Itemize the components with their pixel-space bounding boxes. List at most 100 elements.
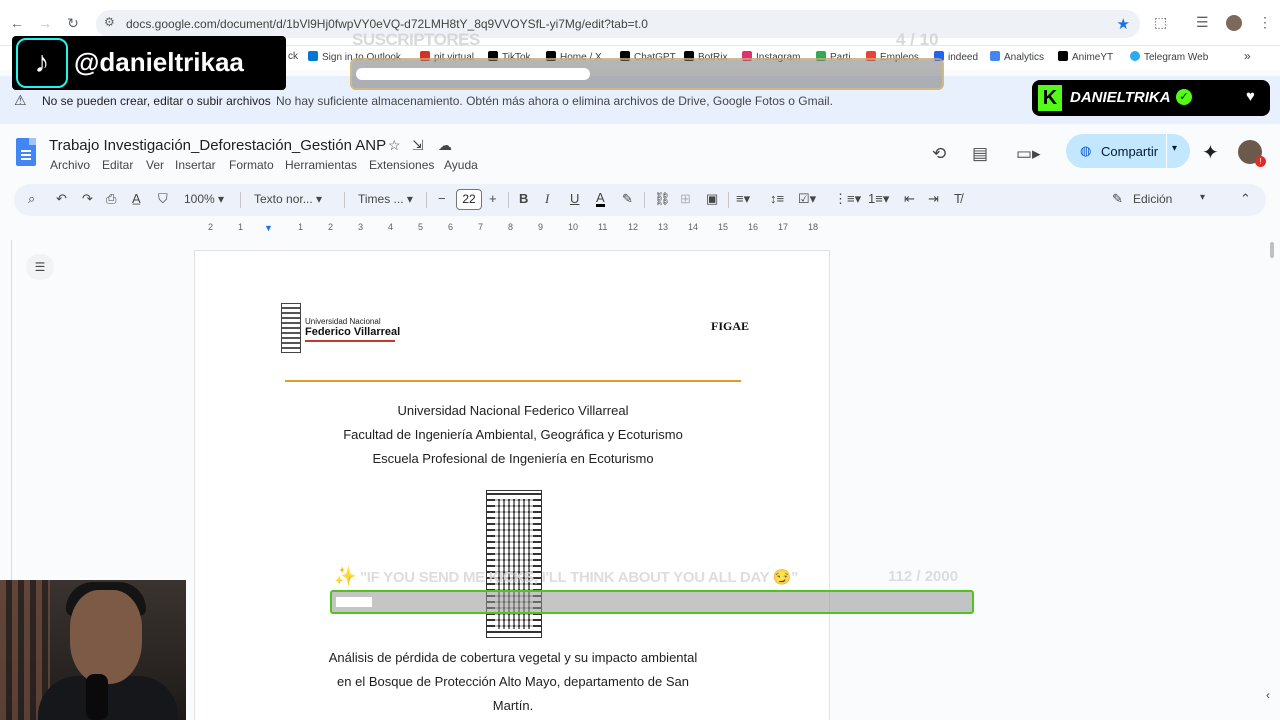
checklist-icon[interactable]: ☑▾ [798,191,816,207]
heading-line: Facultad de Ingeniería Ambiental, Geográ… [343,427,683,442]
clear-formatting-icon[interactable]: T̸ [954,191,962,206]
menu-extensiones[interactable]: Extensiones [369,158,434,172]
heart-icon: ♥ [1246,88,1255,105]
alert-badge-icon: ! [1255,156,1266,167]
ruler-tick: 2 [208,222,214,232]
editing-mode-select[interactable]: ✎ Edición ▾ [1108,188,1212,212]
collapse-toolbar-icon[interactable]: ⌃ [1240,191,1251,207]
bookmark-item[interactable]: Telegram Web [1130,51,1208,63]
warning-message[interactable]: No hay suficiente almacenamiento. Obtén … [276,94,833,108]
decrease-indent-icon[interactable]: ⇤ [904,191,915,207]
menu-ver[interactable]: Ver [146,158,164,172]
menu-insertar[interactable]: Insertar [175,158,216,172]
more-bookmarks-icon[interactable]: » [1244,49,1251,63]
spellcheck-icon[interactable]: A̲ [132,191,141,206]
forward-icon[interactable]: → [36,14,54,32]
sub-goal-fill [356,68,590,80]
gemini-icon[interactable]: ✦ [1202,140,1219,165]
document-outline-icon[interactable]: ☰ [26,254,54,280]
bookmark-item[interactable]: Analytics [990,51,1044,63]
bullet-list-icon[interactable]: ⋮≡▾ [834,191,861,207]
document-page[interactable]: Universidad Nacional Federico Villarreal… [194,250,830,720]
font-select[interactable]: Times ... ▾ [358,192,413,206]
align-icon[interactable]: ≡▾ [736,191,750,207]
print-icon[interactable]: ⎙ [106,191,116,207]
menu-editar[interactable]: Editar [102,158,133,172]
warning-title: No se pueden crear, editar o subir archi… [42,94,271,108]
chevron-down-icon: ▾ [1200,192,1206,203]
sub-goal-bar [350,58,944,90]
side-panel-toggle-icon[interactable]: ‹ [1266,688,1270,702]
ruler-tick: 16 [748,222,759,232]
cloud-status-icon[interactable]: ☁ [438,137,452,154]
paint-format-icon[interactable]: ⛉ [158,191,168,207]
version-history-icon[interactable]: ⟲ [932,144,946,164]
outlook-icon [308,51,318,61]
font-size-input[interactable]: 22 [456,189,482,210]
increase-font-icon[interactable]: + [489,191,497,206]
reload-icon[interactable]: ↻ [64,14,82,32]
italic-icon[interactable]: I [545,191,549,207]
ruler-tick: 17 [778,222,789,232]
bold-icon[interactable]: B [519,191,528,206]
vertical-scrollbar[interactable] [1268,240,1276,720]
bookmark-star-icon[interactable]: ★ [1117,15,1130,33]
heading-line: Escuela Profesional de Ingeniería en Eco… [372,451,654,466]
document-title[interactable]: Trabajo Investigación_Deforestación_Gest… [49,137,386,154]
tiktok-icon: ♪ [16,38,68,88]
ruler-tick: 7 [478,222,484,232]
decrease-font-icon[interactable]: − [438,191,446,206]
horizontal-ruler[interactable]: 2 1 1 2 3 4 5 6 7 8 9 10 11 12 13 14 15 16 17 18 ▼ [194,220,830,236]
extensions-icon[interactable]: ⬚ [1154,14,1167,31]
ruler-tick: 9 [538,222,544,232]
bookmark-item[interactable]: ck [288,51,298,62]
comments-icon[interactable]: ▤ [972,144,988,164]
ruler-tick: 12 [628,222,639,232]
site-info-icon[interactable]: ⚙ [104,15,115,29]
subtitle-line: Análisis de pérdida de cobertura vegetal… [328,650,698,665]
redo-icon[interactable]: ↷ [82,191,93,207]
kicks-goal-bar [330,590,974,614]
indent-marker-icon[interactable]: ▼ [264,223,273,233]
menu-herramientas[interactable]: Herramientas [285,158,357,172]
search-menus-icon[interactable]: ⌕ [28,191,35,207]
faculty-acronym: FIGAE [711,319,750,333]
tiktok-handle: @danieltrikaa [74,47,244,77]
docs-logo-icon[interactable] [16,138,36,166]
menu-ayuda[interactable]: Ayuda [444,158,478,172]
numbered-list-icon[interactable]: 1≡▾ [868,191,889,207]
share-label: Compartir [1101,144,1159,159]
meet-icon[interactable]: ▭▸ [1016,144,1041,164]
line-spacing-icon[interactable]: ↕≡ [770,191,784,206]
zoom-select[interactable]: 100% ▾ [184,192,224,206]
undo-icon[interactable]: ↶ [56,191,67,207]
underline-icon[interactable]: U [570,191,579,206]
ruler-tick: 11 [598,222,608,232]
highlight-icon[interactable]: ✎ [622,191,633,207]
kicks-goal-overlay: ✨ "IF YOU SEND ME KICKS, I'LL THINK ABOU… [330,564,974,616]
reading-list-icon[interactable]: ☰ [1196,14,1209,31]
ruler-tick: 15 [718,222,729,232]
link-icon[interactable]: ⛓ [654,191,671,207]
share-button[interactable]: ◍ Compartir ▾ [1066,134,1190,168]
ruler-tick: 3 [358,222,364,232]
increase-indent-icon[interactable]: ⇥ [928,191,939,207]
menu-archivo[interactable]: Archivo [50,158,90,172]
browser-menu-icon[interactable]: ⋮ [1258,14,1272,31]
back-icon[interactable]: ← [8,14,26,32]
subtitle-line: Martín. [492,698,534,713]
menu-formato[interactable]: Formato [229,158,274,172]
style-select[interactable]: Texto nor... ▾ [254,192,322,206]
chevron-down-icon[interactable]: ▾ [1172,143,1177,154]
sparkle-icon: ✨ [334,566,357,586]
profile-avatar[interactable] [1226,15,1242,31]
account-avatar[interactable]: ! [1238,140,1266,167]
subtitle-line: en el Bosque de Protección Alto Mayo, de… [337,674,689,689]
star-icon[interactable]: ☆ [388,137,401,154]
bookmark-item[interactable]: AnimeYT [1058,51,1113,63]
insert-image-icon[interactable]: ▣ [706,191,718,207]
move-icon[interactable]: ⇲ [412,137,424,154]
ruler-tick: 14 [688,222,699,232]
add-comment-icon[interactable]: ⊞ [680,191,691,207]
text-color-icon[interactable]: A [596,191,605,207]
